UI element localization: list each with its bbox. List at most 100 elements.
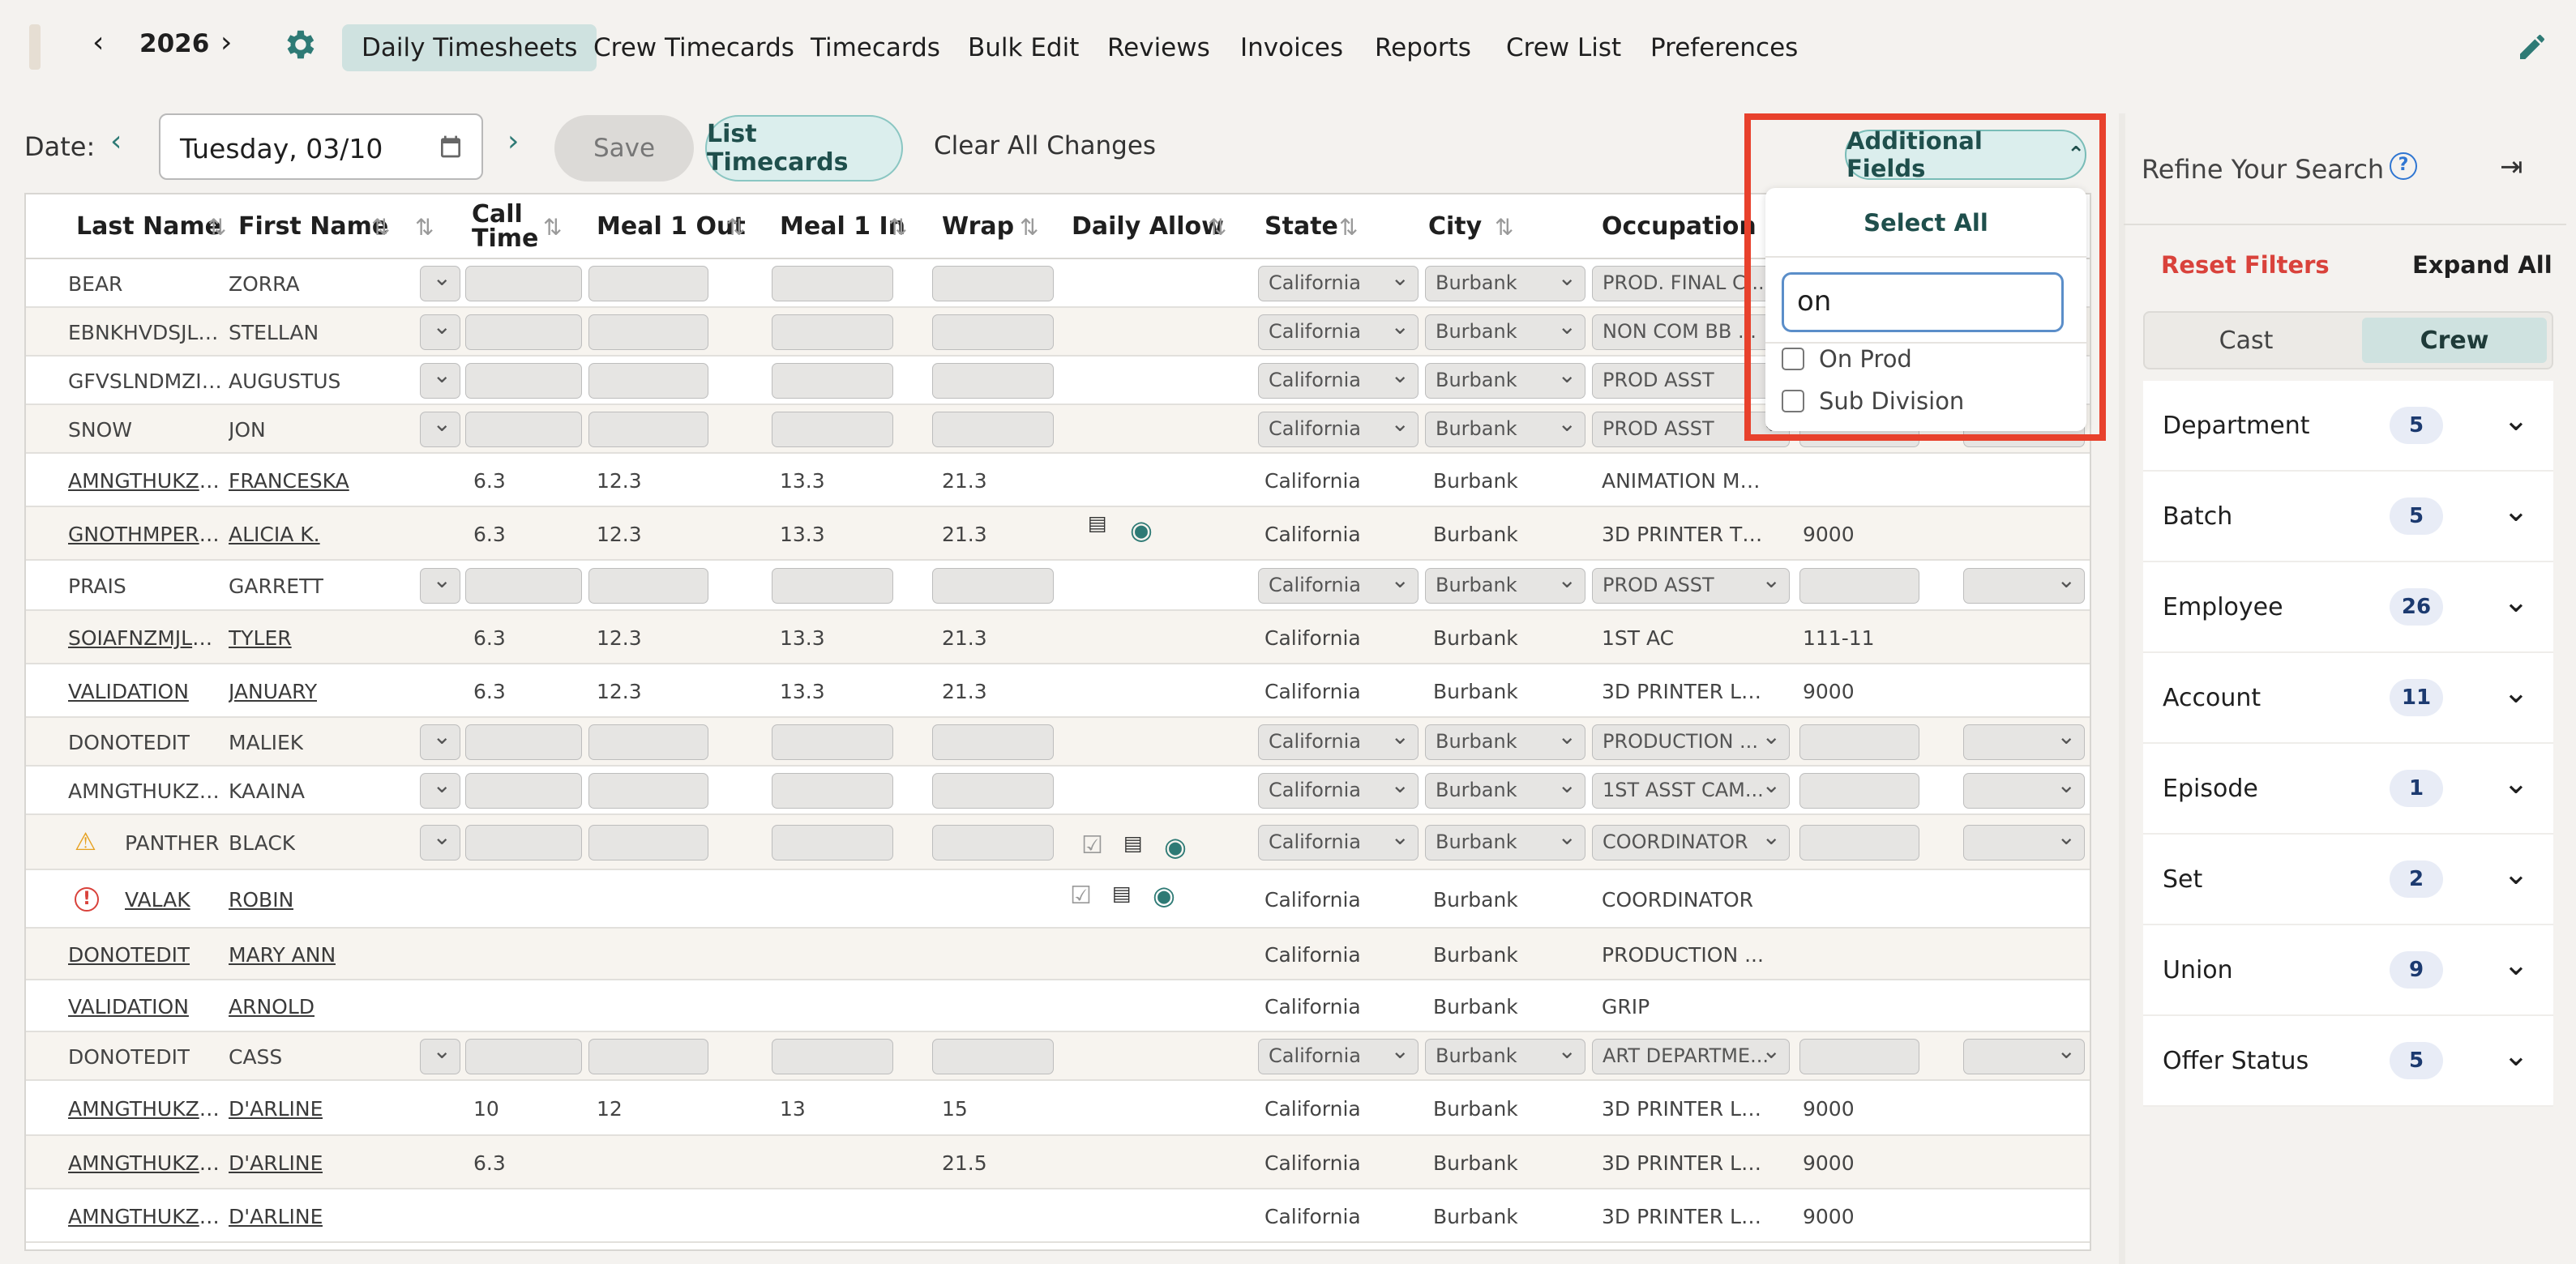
header-occupation[interactable]: Occupation [1602,194,1757,259]
occupation-select[interactable]: PROD ASST [1592,568,1790,604]
chevron-down-icon[interactable]: ⌄ [2503,493,2529,528]
chevron-down-icon[interactable]: ⌄ [2503,765,2529,801]
wrap-input[interactable] [932,314,1054,350]
cell-last-name[interactable]: AMNGTHUKZRP... [68,1205,222,1228]
next-date-icon[interactable]: › [507,125,519,158]
city-select[interactable]: Burbank [1425,825,1585,860]
meal-1-in-input[interactable] [772,266,893,301]
error-icon[interactable]: ! [75,887,99,912]
meal-1-in-input[interactable] [772,773,893,809]
cell-first-name[interactable]: D'ARLINE [229,1151,323,1175]
meal-1-out-input[interactable] [588,266,708,301]
wrap-input[interactable] [932,363,1054,399]
occupation-select[interactable]: 1ST ASST CAM... [1592,773,1790,809]
wrap-input[interactable] [932,825,1054,860]
tab-daily-timesheets[interactable]: Daily Timesheets [342,24,597,71]
tab-reports[interactable]: Reports [1355,24,1491,71]
sort-icon[interactable]: ⇅ [1020,214,1038,241]
sort-icon[interactable]: ⇅ [726,214,745,241]
city-select[interactable]: Burbank [1425,266,1585,301]
row-menu-select[interactable] [420,363,460,399]
calendar-icon[interactable] [438,133,464,164]
call-time-input[interactable] [465,1039,582,1074]
facet-set[interactable]: Set 2 ⌄ [2143,835,2553,925]
row-menu-select[interactable] [420,314,460,350]
extra-field-input[interactable] [1799,568,1919,604]
city-select[interactable]: Burbank [1425,363,1585,399]
wrap-input[interactable] [932,1039,1054,1074]
row-menu-select[interactable] [420,1039,460,1074]
state-select[interactable]: California [1258,825,1419,860]
tab-timecards[interactable]: Timecards [791,24,960,71]
state-select[interactable]: California [1258,773,1419,809]
tab-crew-list[interactable]: Crew List [1487,24,1641,71]
tab-reviews[interactable]: Reviews [1088,24,1230,71]
sort-icon[interactable]: ⇅ [208,214,226,241]
chevron-down-icon[interactable]: ⌄ [2503,583,2529,619]
tab-crew-timecards[interactable]: Crew Timecards [574,24,814,71]
meal-1-out-input[interactable] [588,825,708,860]
list-timecards-button[interactable]: List Timecards [705,115,903,181]
meal-1-out-input[interactable] [588,568,708,604]
call-time-input[interactable] [465,266,582,301]
cell-last-name[interactable]: DONOTEDIT [68,943,190,967]
meal-1-in-input[interactable] [772,363,893,399]
city-select[interactable]: Burbank [1425,314,1585,350]
collapse-panel-icon[interactable]: ⇥ [2500,151,2523,183]
eye-icon[interactable]: ◉ [1130,515,1153,545]
cell-last-name[interactable]: VALIDATION [68,995,189,1018]
cell-first-name[interactable]: JANUARY [229,680,317,703]
chevron-down-icon[interactable]: ⌄ [2503,674,2529,710]
state-select[interactable]: California [1258,724,1419,760]
checkbox-icon[interactable]: ☑ [1081,831,1103,860]
call-time-input[interactable] [465,773,582,809]
eye-icon[interactable]: ◉ [1153,880,1175,911]
meal-1-in-input[interactable] [772,314,893,350]
facet-offer-status[interactable]: Offer Status 5 ⌄ [2143,1016,2553,1107]
city-select[interactable]: Burbank [1425,773,1585,809]
header-last-name[interactable]: Last Name [76,194,221,259]
sort-icon[interactable]: ⇅ [543,214,562,241]
timecard-doc-icon[interactable]: ▤ [1088,511,1107,535]
facet-account[interactable]: Account 11 ⌄ [2143,653,2553,744]
state-select[interactable]: California [1258,314,1419,350]
expand-all-button[interactable]: Expand All [2412,251,2552,279]
cell-last-name[interactable]: AMNGTHUKZRP... [68,469,222,493]
help-icon[interactable]: ? [2390,152,2417,180]
cell-last-name[interactable]: GNOTHMPERZ... [68,523,222,546]
header-call-time[interactable]: Call Time [472,194,545,259]
facet-union[interactable]: Union 9 ⌄ [2143,925,2553,1016]
checkbox-icon[interactable]: ☑ [1070,882,1092,910]
row-menu-select[interactable] [420,825,460,860]
extra-select[interactable] [1963,724,2085,760]
chevron-down-icon[interactable]: ⌄ [2503,856,2529,891]
header-meal-1-in[interactable]: Meal 1 In [780,194,905,259]
call-time-input[interactable] [465,568,582,604]
row-menu-select[interactable] [420,266,460,301]
meal-1-out-input[interactable] [588,412,708,447]
chevron-down-icon[interactable]: ⌄ [2503,402,2529,438]
call-time-input[interactable] [465,825,582,860]
cell-first-name[interactable]: ALICIA K. [229,523,320,546]
extra-field-input[interactable] [1799,1039,1919,1074]
wrap-input[interactable] [932,568,1054,604]
extra-field-input[interactable] [1799,724,1919,760]
facet-episode[interactable]: Episode 1 ⌄ [2143,744,2553,835]
state-select[interactable]: California [1258,1039,1419,1074]
save-button[interactable]: Save [554,115,694,181]
state-select[interactable]: California [1258,568,1419,604]
header-wrap[interactable]: Wrap [942,194,1014,259]
wrap-input[interactable] [932,773,1054,809]
call-time-input[interactable] [465,724,582,760]
wrap-input[interactable] [932,266,1054,301]
extra-select[interactable] [1963,1039,2085,1074]
occupation-select[interactable]: COORDINATOR [1592,825,1790,860]
state-select[interactable]: California [1258,363,1419,399]
cell-first-name[interactable]: TYLER [229,626,292,650]
facet-department[interactable]: Department 5 ⌄ [2143,381,2553,472]
meal-1-in-input[interactable] [772,825,893,860]
sort-icon[interactable]: ⇅ [371,214,390,241]
facet-employee[interactable]: Employee 26 ⌄ [2143,562,2553,653]
tab-bulk-edit[interactable]: Bulk Edit [948,24,1098,71]
cell-first-name[interactable]: D'ARLINE [229,1097,323,1121]
